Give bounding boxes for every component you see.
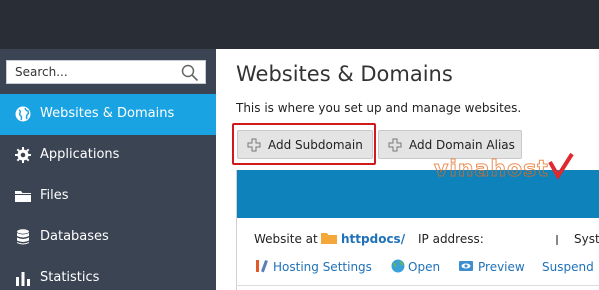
add-domain-alias-label: Add Domain Alias: [409, 138, 515, 152]
sidebar-item-label: Statistics: [40, 270, 100, 285]
wrench-icon: [256, 260, 268, 273]
folder-icon: [321, 233, 337, 244]
sidebar-item-label: Databases: [40, 229, 109, 244]
database-icon: [17, 229, 29, 245]
sidebar-item-databases[interactable]: Databases: [0, 217, 216, 258]
system-user-label: Syst: [574, 232, 599, 246]
website-at-label: Website at: [254, 232, 318, 246]
page-subtitle: This is where you set up and manage webs…: [236, 101, 522, 115]
search-icon[interactable]: [181, 64, 199, 82]
sidebar-item-label: Applications: [40, 147, 120, 162]
top-bar: [0, 0, 599, 49]
gear-icon: [15, 147, 31, 163]
folder-icon: [15, 191, 31, 202]
sidebar-item-statistics[interactable]: Statistics: [0, 258, 216, 290]
ip-address-label: IP address:: [418, 232, 484, 246]
open-globe-icon: [391, 259, 405, 273]
highlight-box: [232, 123, 376, 165]
globe-icon: [15, 106, 31, 122]
ip-address-value: [488, 235, 558, 245]
sidebar-item-label: Files: [40, 188, 69, 203]
preview-icon: [459, 261, 473, 271]
domain-details: [237, 218, 599, 290]
svg-text:vinahost: vinahost: [434, 157, 549, 182]
page-title: Websites & Domains: [236, 62, 453, 86]
open-link[interactable]: Open: [408, 260, 440, 274]
search-box[interactable]: Search...: [6, 60, 206, 84]
plus-icon: [388, 138, 402, 152]
hosting-settings-link[interactable]: Hosting Settings: [273, 260, 372, 274]
suspend-link[interactable]: Suspend: [542, 260, 594, 274]
search-input[interactable]: Search...: [15, 65, 68, 79]
preview-link[interactable]: Preview: [478, 260, 525, 274]
sidebar-item-applications[interactable]: Applications: [0, 135, 216, 176]
divider: [236, 285, 599, 286]
sidebar-item-label: Websites & Domains: [40, 106, 175, 121]
docroot-link[interactable]: httpdocs/: [341, 232, 405, 246]
vinahost-watermark-logo: vinahost: [434, 152, 574, 183]
bar-chart-icon: [16, 272, 30, 286]
sidebar-item-files[interactable]: Files: [0, 176, 216, 217]
sidebar-item-websites-domains[interactable]: Websites & Domains: [0, 94, 216, 135]
